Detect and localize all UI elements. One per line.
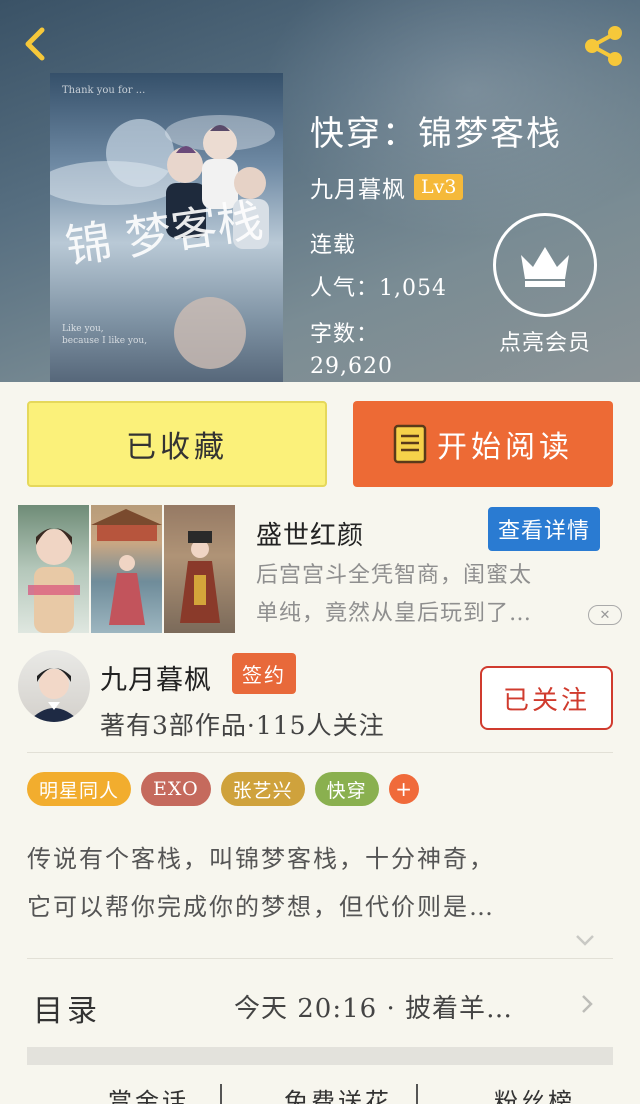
ad-person-image: [28, 528, 80, 633]
chevron-down-icon: [576, 935, 594, 946]
plus-icon: +: [395, 777, 413, 801]
author-row: 九月暮枫 Lv3: [310, 170, 464, 204]
signed-badge: 签约: [232, 653, 296, 694]
synopsis-line: 传说有个客栈，叫锦梦客栈，十分神奇，: [27, 845, 495, 873]
ad-title: 盛世红颜: [256, 521, 365, 551]
tab-separator: [416, 1084, 418, 1104]
author-name-link[interactable]: 九月暮枫: [310, 170, 406, 204]
add-tag-button[interactable]: +: [388, 774, 419, 804]
book-title: 快穿：锦梦客栈: [310, 114, 562, 154]
svg-text:because I like you,: because I like you,: [62, 336, 147, 346]
avatar-image: [28, 668, 80, 722]
followed-label: 已关注: [502, 685, 590, 716]
book-cover[interactable]: 锦 梦客栈 Thank you for ... Like you, becaus…: [50, 73, 283, 382]
latest-chapter: 今天 20:16 · 披着羊…: [234, 994, 513, 1024]
synopsis[interactable]: 传说有个客栈，叫锦梦客栈，十分神奇， 它可以帮你完成你的梦想，但代价则是…: [27, 835, 607, 931]
back-button[interactable]: [14, 22, 58, 66]
bottom-tab-bar: 赏金话 免费送花 粉丝榜: [0, 1078, 640, 1104]
ad-thumbnail-2: [91, 505, 162, 633]
ad-description-line: 后宫宫斗全凭智商，闺蜜太: [256, 563, 533, 588]
toc-label: 目录: [33, 994, 101, 1029]
book-icon: [393, 424, 427, 464]
synopsis-line: 它可以帮你完成你的梦想，但代价则是…: [27, 893, 495, 921]
share-icon: [585, 26, 622, 66]
followed-button[interactable]: 已关注: [480, 666, 613, 730]
author-name[interactable]: 九月暮枫: [100, 658, 212, 697]
word-count-label: 字数：: [310, 322, 380, 347]
tag-item[interactable]: 快穿: [314, 772, 379, 806]
ad-description-line: 单纯，竟然从皇后玩到了…: [256, 601, 533, 626]
tag-item[interactable]: 张艺兴: [220, 772, 305, 806]
chevron-right-icon: [582, 995, 593, 1013]
vip-label: 点亮会员: [498, 331, 591, 356]
crown-icon: [521, 247, 569, 287]
serial-status: 连载: [310, 233, 357, 258]
table-of-contents-row[interactable]: 目录 今天 20:16 · 披着羊…: [27, 972, 613, 1036]
word-count-value: 29,620: [310, 354, 393, 379]
ad-empress-image: [164, 505, 235, 633]
ad-thumbnail-3: [164, 505, 235, 633]
svg-text:Like you,: Like you,: [62, 324, 104, 334]
ad-thumbnail-1: [18, 505, 89, 633]
tag-list: 明星同人 EXO 张艺兴 快穿 +: [27, 772, 419, 806]
popularity-count: 人气：1,054: [310, 276, 447, 301]
start-reading-button[interactable]: 开始阅读: [353, 401, 613, 487]
close-icon: ✕: [599, 607, 611, 623]
ad-palace-image: [91, 509, 162, 625]
chevron-left-icon: [25, 27, 45, 61]
share-button[interactable]: [580, 24, 628, 68]
ad-banner[interactable]: 盛世红颜 查看详情 后宫宫斗全凭智商，闺蜜太 单纯，竟然从皇后玩到了… ✕: [18, 505, 622, 633]
tab-reward[interactable]: 赏金话: [108, 1082, 189, 1104]
vip-membership-button[interactable]: 点亮会员: [490, 213, 600, 357]
ad-close-button[interactable]: ✕: [588, 605, 622, 625]
section-separator: [27, 1047, 613, 1065]
divider: [27, 752, 613, 753]
ad-view-details-button[interactable]: 查看详情: [488, 507, 601, 551]
author-level-badge: Lv3: [414, 174, 464, 200]
book-header: 锦 梦客栈 Thank you for ... Like you, becaus…: [0, 0, 640, 382]
tag-item[interactable]: 明星同人: [27, 772, 132, 806]
author-avatar[interactable]: [18, 650, 90, 722]
tab-fan-ranking[interactable]: 粉丝榜: [494, 1082, 575, 1104]
tag-item[interactable]: EXO: [141, 772, 211, 806]
tab-separator: [220, 1084, 222, 1104]
author-stats: 著有3部作品·115人关注: [100, 711, 385, 740]
vip-badge: [493, 213, 597, 317]
svg-text:Thank you for ...: Thank you for ...: [62, 85, 145, 96]
start-reading-label: 开始阅读: [437, 430, 573, 465]
divider: [27, 958, 613, 959]
cover-artwork: 锦 梦客栈 Thank you for ... Like you, becaus…: [50, 85, 275, 369]
tab-free-flowers[interactable]: 免费送花: [284, 1082, 392, 1104]
expand-synopsis-button[interactable]: [573, 930, 597, 950]
collected-label: 已收藏: [126, 430, 228, 465]
collected-button[interactable]: 已收藏: [27, 401, 327, 487]
svg-text:锦 梦客栈: 锦 梦客栈: [62, 193, 266, 274]
ad-description: 后宫宫斗全凭智商，闺蜜太 单纯，竟然从皇后玩到了…: [256, 557, 606, 633]
